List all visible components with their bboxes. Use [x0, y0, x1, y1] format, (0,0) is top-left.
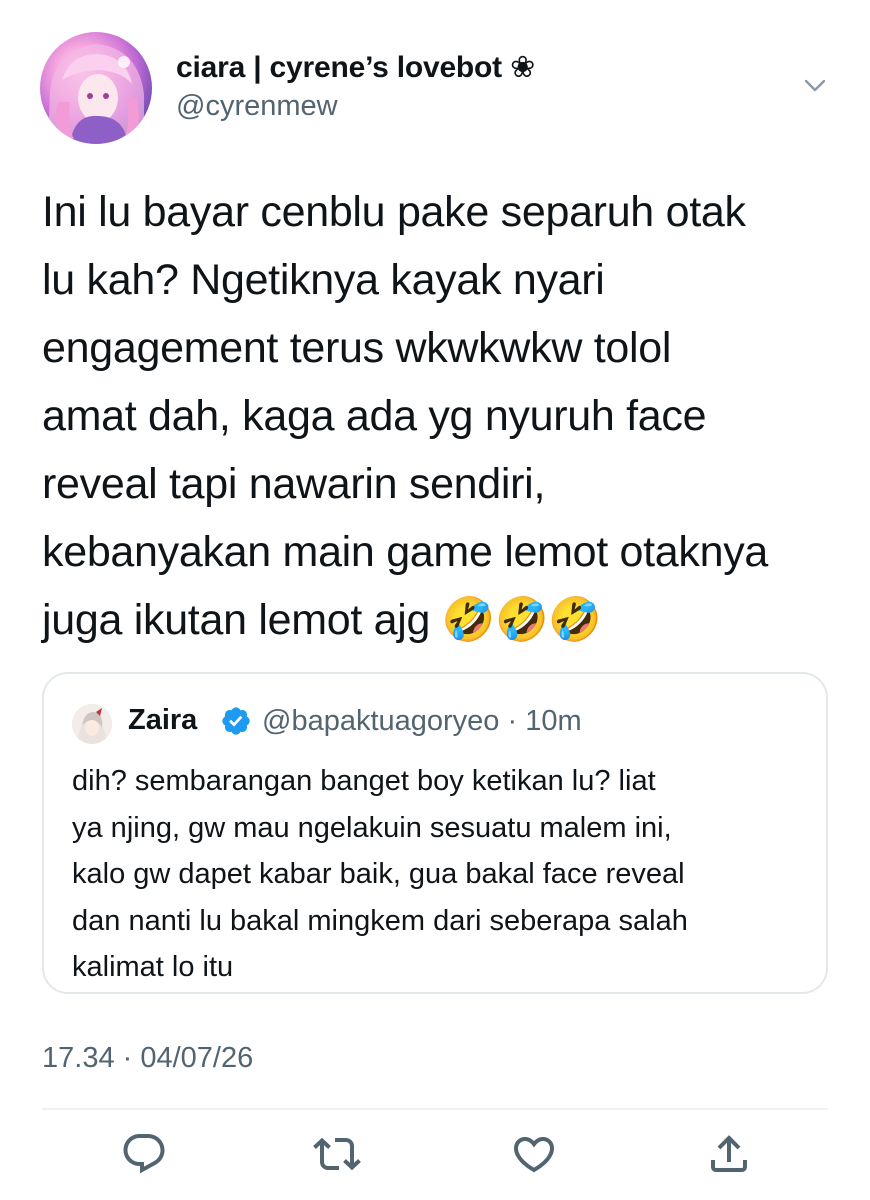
heart-icon: [513, 1137, 555, 1173]
quoted-tweet-text: dih? sembarangan banget boy ketikan lu? …: [72, 765, 688, 983]
quoted-author-name: Zaira: [128, 704, 198, 736]
tweet-timestamp[interactable]: 17.34 · 04/07/26: [42, 1042, 253, 1075]
share-icon: [711, 1135, 747, 1172]
like-button[interactable]: [510, 1130, 558, 1178]
verified-badge-icon: [222, 707, 250, 735]
retweet-icon: [313, 1137, 361, 1171]
author-display-name[interactable]: ciara | cyrene’s lovebot ❀: [176, 50, 535, 85]
tweet: ciara | cyrene’s lovebot ❀ @cyrenmew Ini…: [0, 0, 870, 1200]
author-handle[interactable]: @cyrenmew: [176, 90, 338, 123]
quoted-tweet-card[interactable]: Zaira @bapaktuagoryeo · 10m dih? sembara…: [42, 672, 828, 994]
tweet-text: Ini lu bayar cenblu pake separuh otak lu…: [42, 188, 769, 644]
reply-button[interactable]: [120, 1130, 168, 1178]
retweet-button[interactable]: [313, 1130, 361, 1178]
author-avatar[interactable]: [40, 32, 152, 144]
reply-icon: [123, 1134, 165, 1174]
chevron-down-icon[interactable]: [800, 70, 830, 100]
quoted-author-avatar: [72, 704, 112, 744]
share-button[interactable]: [705, 1130, 753, 1178]
quoted-author-handle-time: @bapaktuagoryeo · 10m: [262, 705, 582, 737]
divider: [42, 1108, 828, 1110]
